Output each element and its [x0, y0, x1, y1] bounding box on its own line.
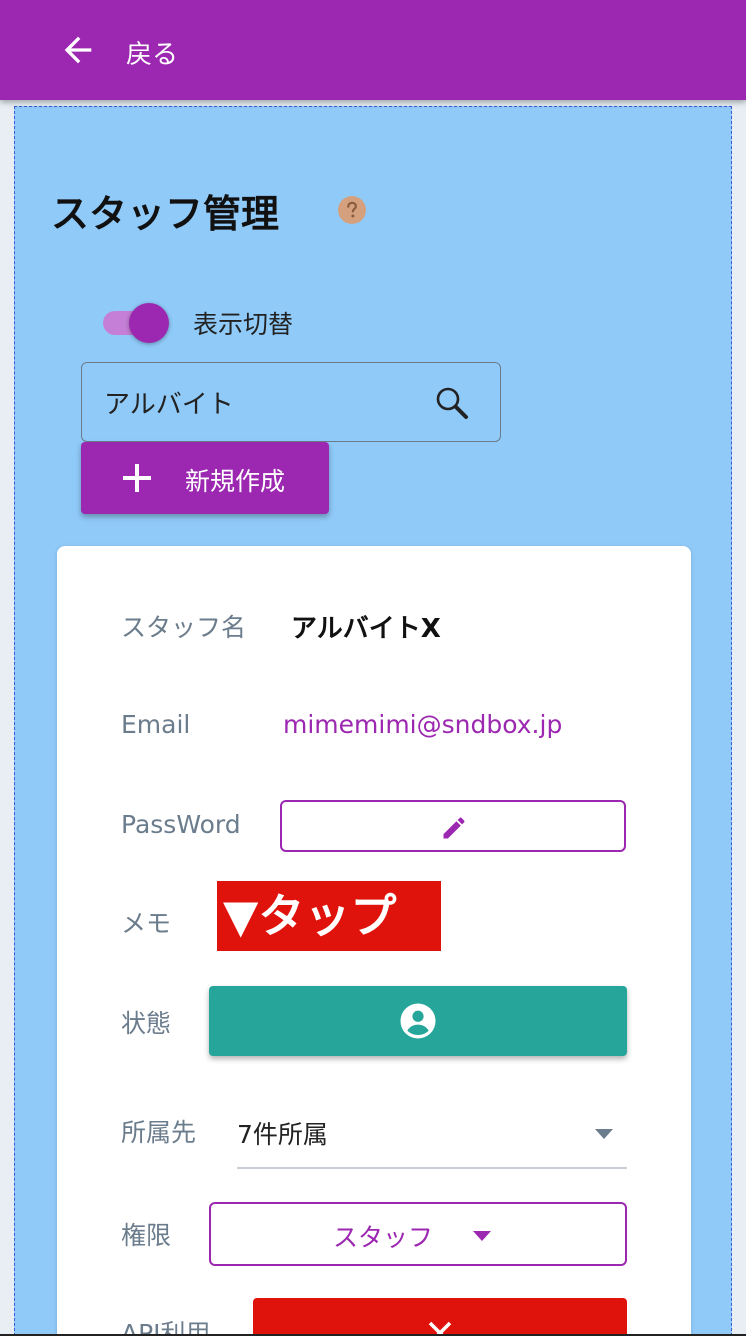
dropdown-arrow-icon [473, 1231, 491, 1241]
role-select-button[interactable]: スタッフ [209, 1202, 627, 1266]
main-content: スタッフ管理 表示切替 新規作成 スタッフ名 アルバイトX Email mime… [14, 106, 732, 1336]
role-value: スタッフ [333, 1223, 434, 1252]
toggle-thumb [129, 303, 169, 343]
role-label: 権限 [121, 1221, 172, 1250]
plus-icon [123, 464, 151, 492]
affiliation-select[interactable]: 7件所属 [237, 1101, 627, 1169]
dropdown-arrow-icon [595, 1129, 613, 1139]
display-toggle[interactable] [103, 303, 175, 343]
memo-label: メモ [121, 909, 172, 938]
password-edit-button[interactable] [280, 800, 626, 852]
search-input[interactable] [104, 379, 424, 425]
email-value[interactable]: mimemimi@sndbox.jp [283, 710, 562, 739]
status-button[interactable] [209, 986, 627, 1056]
email-label: Email [121, 710, 191, 739]
staff-name-label: スタッフ名 [121, 613, 247, 642]
search-icon[interactable] [432, 383, 472, 423]
new-create-label: 新規作成 [185, 467, 286, 496]
affiliation-label: 所属先 [121, 1118, 197, 1147]
staff-name-value: アルバイトX [291, 614, 441, 644]
password-label: PassWord [121, 810, 241, 839]
tap-annotation: ▼タップ [217, 881, 441, 951]
api-label: API利用 [121, 1319, 211, 1336]
arrow-left-icon[interactable] [58, 30, 98, 70]
page-title: スタッフ管理 [51, 192, 280, 236]
search-field [81, 362, 501, 442]
pencil-icon [443, 817, 465, 839]
staff-card: スタッフ名 アルバイトX Email mimemimi@sndbox.jp Pa… [57, 546, 691, 1336]
api-toggle-button[interactable] [253, 1298, 627, 1336]
affiliation-value: 7件所属 [237, 1120, 328, 1149]
back-button[interactable]: 戻る [126, 34, 178, 71]
status-label: 状態 [121, 1009, 172, 1038]
new-create-button[interactable]: 新規作成 [81, 442, 329, 514]
account-circle-icon [400, 1003, 436, 1039]
app-bar: 戻る [0, 0, 746, 100]
toggle-label: 表示切替 [193, 310, 294, 339]
help-circle-icon[interactable] [337, 195, 367, 225]
